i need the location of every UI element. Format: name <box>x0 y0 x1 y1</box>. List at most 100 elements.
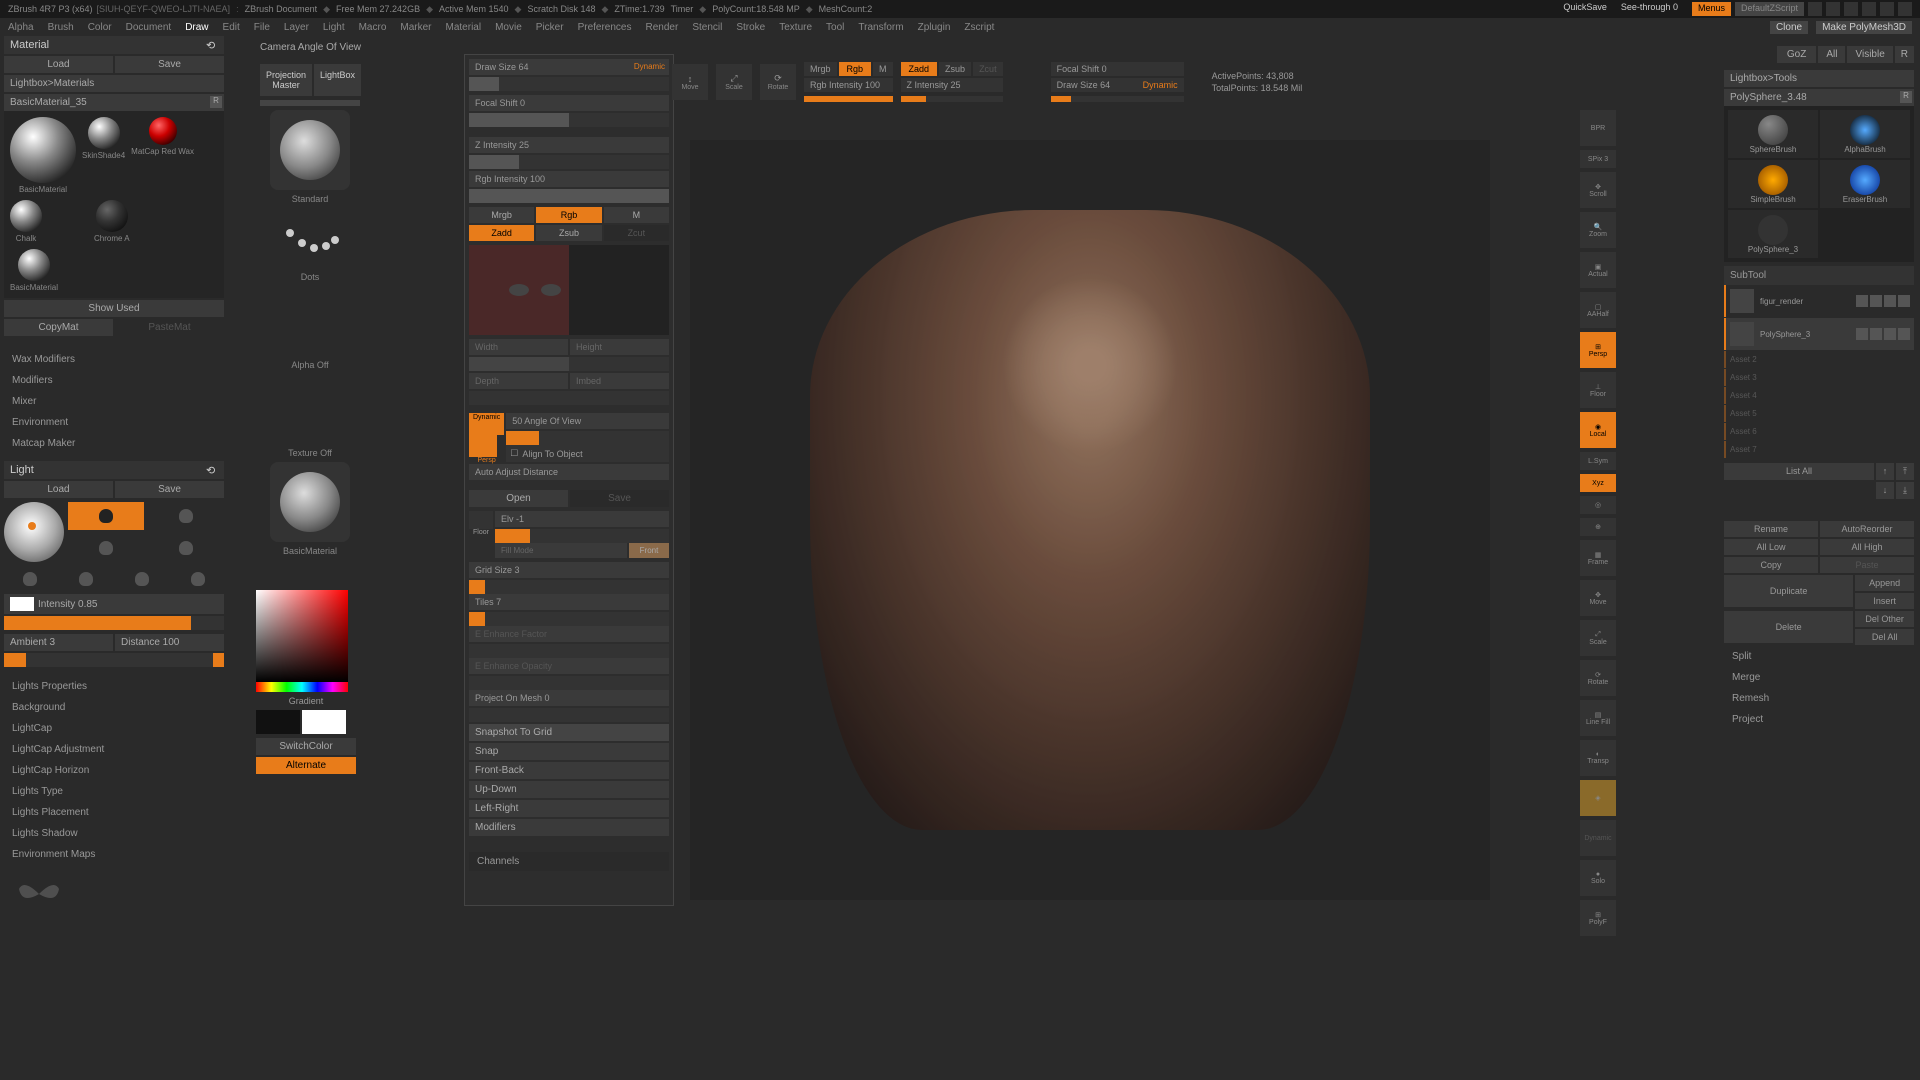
solo-button[interactable]: ●Solo <box>1580 860 1616 896</box>
floor-icon[interactable] <box>469 511 493 529</box>
menu-macro[interactable]: Macro <box>359 22 387 33</box>
menu-render[interactable]: Render <box>646 22 679 33</box>
append-button[interactable]: Append <box>1855 575 1914 591</box>
gridsize-bar[interactable] <box>469 580 669 594</box>
open-button[interactable]: Open <box>469 490 568 507</box>
snap-button[interactable]: Snap <box>469 743 669 760</box>
menu-marker[interactable]: Marker <box>400 22 431 33</box>
current-material[interactable]: BasicMaterial_35 R <box>4 94 224 111</box>
menu-brush[interactable]: Brush <box>48 22 74 33</box>
enhanceop-bar[interactable] <box>469 676 669 690</box>
defaultscript-button[interactable]: DefaultZScript <box>1735 2 1804 16</box>
autoreorder-button[interactable]: AutoReorder <box>1820 521 1914 537</box>
front-button[interactable]: Front <box>629 543 669 558</box>
move-button[interactable]: ✥Move <box>1580 580 1616 616</box>
maximize-icon[interactable] <box>1880 2 1894 16</box>
rgbint-bar[interactable] <box>804 96 893 102</box>
tool-simple[interactable]: SimpleBrush <box>1728 160 1818 208</box>
depth-slider[interactable]: Depth <box>469 373 568 389</box>
alllow-button[interactable]: All Low <box>1724 539 1818 555</box>
refresh-icon[interactable]: ⟲ <box>206 464 218 476</box>
light-save-button[interactable]: Save <box>115 481 224 498</box>
menu-file[interactable]: File <box>254 22 270 33</box>
section-lightprops[interactable]: Lights Properties <box>4 677 224 696</box>
seethrough-slider[interactable]: See-through 0 <box>1621 2 1678 16</box>
focalshift-top[interactable]: Focal Shift 0 <box>1051 62 1184 76</box>
paste-button[interactable]: Paste <box>1820 557 1914 573</box>
copymat-button[interactable]: CopyMat <box>4 319 113 336</box>
section-matcap[interactable]: Matcap Maker <box>4 434 224 453</box>
zcut-toggle[interactable]: Zcut <box>604 225 669 241</box>
quicksave-button[interactable]: QuickSave <box>1563 2 1607 16</box>
minimize-icon[interactable] <box>1862 2 1876 16</box>
frame-button[interactable]: ▦Frame <box>1580 540 1616 576</box>
draw-modifiers-button[interactable]: Modifiers <box>469 819 669 836</box>
light-sphere[interactable] <box>4 502 64 562</box>
width-slider[interactable]: Width <box>469 339 568 355</box>
rotate-tool[interactable]: ⟳Rotate <box>760 64 796 100</box>
rgbint-slider-top[interactable]: Rgb Intensity 100 <box>804 78 893 92</box>
gradient-label[interactable]: Gradient <box>256 696 356 706</box>
menu-stencil[interactable]: Stencil <box>692 22 722 33</box>
insert-button[interactable]: Insert <box>1855 593 1914 609</box>
zint-slider-top[interactable]: Z Intensity 25 <box>901 78 1003 92</box>
focalshift-slider[interactable]: Focal Shift 0 <box>469 95 669 111</box>
window-icon[interactable] <box>1826 2 1840 16</box>
merge-section[interactable]: Merge <box>1724 668 1914 687</box>
subtool-item-6[interactable]: Asset 6 <box>1724 423 1914 440</box>
arrow-up-button[interactable]: ↑ <box>1876 463 1894 480</box>
menu-zscript[interactable]: Zscript <box>964 22 994 33</box>
ambient-slider[interactable]: Ambient 3 <box>4 634 113 651</box>
light-7[interactable] <box>116 566 168 592</box>
drawsize-bar[interactable] <box>469 77 669 91</box>
autoadjust-button[interactable]: Auto Adjust Distance <box>469 464 669 480</box>
section-environment[interactable]: Environment <box>4 413 224 432</box>
light-8[interactable] <box>172 566 224 592</box>
projection-master-button[interactable]: Projection Master <box>260 64 312 96</box>
pastemat-button[interactable]: PasteMat <box>115 319 224 336</box>
menu-layer[interactable]: Layer <box>284 22 309 33</box>
height-slider[interactable]: Height <box>570 339 669 355</box>
lsym-button[interactable]: L.Sym <box>1580 452 1616 470</box>
mrgb-toggle-top[interactable]: Mrgb <box>804 62 837 76</box>
material-ball-current[interactable] <box>10 117 76 183</box>
focalshift-bar[interactable] <box>469 113 669 127</box>
secondary-color[interactable] <box>256 710 300 734</box>
material-preview-thumb[interactable] <box>270 462 350 542</box>
tiles-bar[interactable] <box>469 612 669 626</box>
tool-sphere[interactable]: SphereBrush <box>1728 110 1818 158</box>
local-button[interactable]: ◉Local <box>1580 412 1616 448</box>
material-skinshade[interactable] <box>88 117 120 149</box>
material-save-button[interactable]: Save <box>115 56 224 73</box>
menu-stroke[interactable]: Stroke <box>736 22 765 33</box>
drawsize-slider[interactable]: Draw Size 64Dynamic <box>469 59 669 75</box>
tiles-slider[interactable]: Tiles 7 <box>469 594 669 610</box>
light-load-button[interactable]: Load <box>4 481 113 498</box>
polyf-button[interactable]: ⊞PolyF <box>1580 900 1616 936</box>
zadd-toggle[interactable]: Zadd <box>469 225 534 241</box>
tool-polysphere[interactable]: PolySphere_3 <box>1728 210 1818 258</box>
xyz-button[interactable]: Xyz <box>1580 474 1616 492</box>
menu-movie[interactable]: Movie <box>495 22 522 33</box>
subtool-item-0[interactable]: figur_render <box>1724 285 1914 317</box>
material-header[interactable]: Material ⟲ <box>4 36 224 54</box>
persp-icon[interactable] <box>469 435 497 457</box>
angle-slider[interactable]: 50 Angle Of View <box>506 413 669 429</box>
menu-material[interactable]: Material <box>446 22 482 33</box>
wh-bar[interactable] <box>469 357 669 371</box>
show-used-button[interactable]: Show Used <box>4 300 224 317</box>
timer[interactable]: Timer <box>671 4 694 14</box>
leftright-button[interactable]: Left-Right <box>469 800 669 817</box>
move-tool[interactable]: ↕Move <box>672 64 708 100</box>
section-lightstype[interactable]: Lights Type <box>4 782 224 801</box>
scroll-button[interactable]: ✥Scroll <box>1580 172 1616 208</box>
distance-slider[interactable]: Distance 100 <box>115 634 224 651</box>
zintensity-slider[interactable]: Z Intensity 25 <box>469 137 669 153</box>
alternate-button[interactable]: Alternate <box>256 757 356 774</box>
axis1-button[interactable]: ◎ <box>1580 496 1616 514</box>
subtool-header[interactable]: SubTool <box>1724 266 1914 285</box>
copy-button[interactable]: Copy <box>1724 557 1818 573</box>
window-icon[interactable] <box>1808 2 1822 16</box>
section-lightcap[interactable]: LightCap <box>4 719 224 738</box>
subtool-item-4[interactable]: Asset 4 <box>1724 387 1914 404</box>
